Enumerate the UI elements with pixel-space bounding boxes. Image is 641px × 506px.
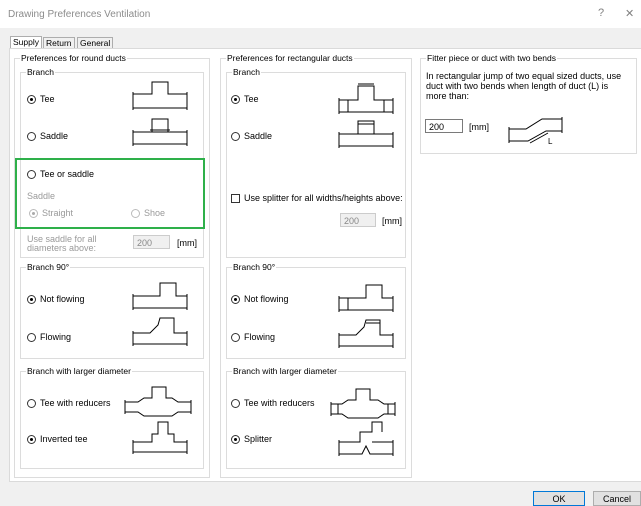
splitter-input[interactable]: 200 bbox=[340, 213, 376, 227]
close-button[interactable]: ✕ bbox=[625, 7, 634, 20]
ok-button[interactable]: OK bbox=[533, 491, 585, 506]
fitter-description: In rectangular jump of two equal sized d… bbox=[426, 71, 622, 101]
fitter-unit: [mm] bbox=[469, 122, 489, 132]
round-not-flowing-diagram bbox=[132, 282, 188, 310]
fitter-title: Fitter piece or duct with two bends bbox=[426, 53, 557, 63]
rect-flowing-radio[interactable]: Flowing bbox=[231, 332, 275, 342]
radio-indicator bbox=[27, 131, 36, 141]
highlight-box bbox=[15, 158, 205, 229]
round-ducts-title: Preferences for round ducts bbox=[20, 53, 127, 63]
radio-indicator bbox=[231, 332, 240, 342]
round-flowing-diagram bbox=[132, 317, 188, 346]
round-not-flowing-label: Not flowing bbox=[40, 294, 85, 304]
rect-tee-radio[interactable]: Tee bbox=[231, 94, 259, 104]
round-flowing-label: Flowing bbox=[40, 332, 72, 342]
round-tee-reducers-diagram bbox=[124, 386, 192, 417]
radio-indicator bbox=[231, 398, 240, 408]
round-inverted-tee-label: Inverted tee bbox=[40, 434, 88, 444]
rect-tee-reducers-radio[interactable]: Tee with reducers bbox=[231, 398, 315, 408]
use-splitter-checkbox[interactable]: Use splitter for all widths/heights abov… bbox=[231, 193, 403, 203]
use-saddle-input[interactable]: 200 bbox=[133, 235, 170, 249]
round-larger-title: Branch with larger diameter bbox=[26, 366, 132, 376]
use-splitter-label: Use splitter for all widths/heights abov… bbox=[244, 193, 403, 203]
rect-splitter-label: Splitter bbox=[244, 434, 273, 444]
help-button[interactable]: ? bbox=[598, 7, 604, 19]
cancel-button[interactable]: Cancel bbox=[593, 491, 641, 506]
checkbox-indicator bbox=[231, 193, 240, 203]
radio-indicator bbox=[231, 94, 240, 104]
round-inverted-tee-diagram bbox=[132, 421, 188, 454]
round-tee-reducers-radio[interactable]: Tee with reducers bbox=[27, 398, 111, 408]
rect-saddle-radio[interactable]: Saddle bbox=[231, 131, 272, 141]
fitter-length-input[interactable]: 200 bbox=[425, 119, 463, 133]
round-flowing-radio[interactable]: Flowing bbox=[27, 332, 71, 342]
round-saddle-radio[interactable]: Saddle bbox=[27, 131, 68, 141]
rect-branch-title: Branch bbox=[232, 67, 261, 77]
round-branch90-title: Branch 90° bbox=[26, 262, 71, 272]
radio-indicator bbox=[27, 294, 36, 304]
radio-indicator bbox=[231, 131, 240, 141]
rect-tee-diagram bbox=[338, 83, 394, 114]
round-saddle-label: Saddle bbox=[40, 131, 69, 141]
rect-flowing-label: Flowing bbox=[244, 332, 276, 342]
radio-indicator bbox=[231, 294, 240, 304]
round-tee-radio[interactable]: Tee bbox=[27, 94, 55, 104]
rect-not-flowing-diagram bbox=[338, 284, 394, 312]
rect-saddle-label: Saddle bbox=[244, 131, 273, 141]
rect-not-flowing-label: Not flowing bbox=[244, 294, 289, 304]
radio-indicator bbox=[27, 332, 36, 342]
splitter-unit: [mm] bbox=[382, 216, 402, 226]
rect-branch90-title: Branch 90° bbox=[232, 262, 277, 272]
rect-tee-label: Tee bbox=[244, 94, 259, 104]
rect-splitter-radio[interactable]: Splitter bbox=[231, 434, 272, 444]
round-inverted-tee-radio[interactable]: Inverted tee bbox=[27, 434, 88, 444]
round-tee-reducers-label: Tee with reducers bbox=[40, 398, 111, 408]
rect-splitter-diagram bbox=[338, 421, 394, 456]
radio-indicator bbox=[27, 434, 36, 444]
rect-ducts-title: Preferences for rectangular ducts bbox=[226, 53, 354, 63]
rect-tee-reducers-diagram bbox=[330, 388, 396, 419]
round-saddle-diagram bbox=[132, 118, 188, 146]
rect-flowing-diagram bbox=[338, 319, 394, 348]
radio-indicator bbox=[27, 94, 36, 104]
round-tee-label: Tee bbox=[40, 94, 55, 104]
window-title: Drawing Preferences Ventilation bbox=[8, 9, 151, 20]
use-saddle-unit: [mm] bbox=[177, 238, 197, 248]
round-not-flowing-radio[interactable]: Not flowing bbox=[27, 294, 85, 304]
fitter-diagram: L bbox=[508, 117, 563, 145]
title-bar: Drawing Preferences Ventilation ? ✕ bbox=[0, 0, 641, 28]
radio-indicator bbox=[27, 398, 36, 408]
rect-saddle-diagram bbox=[338, 120, 394, 148]
fitter-length-letter: L bbox=[548, 137, 553, 145]
rect-tee-reducers-label: Tee with reducers bbox=[244, 398, 315, 408]
rect-larger-title: Branch with larger diameter bbox=[232, 366, 338, 376]
round-tee-diagram bbox=[132, 81, 188, 110]
use-saddle-label: Use saddle for all diameters above: bbox=[27, 234, 97, 253]
radio-indicator bbox=[231, 434, 240, 444]
round-branch-title: Branch bbox=[26, 67, 55, 77]
rect-not-flowing-radio[interactable]: Not flowing bbox=[231, 294, 289, 304]
